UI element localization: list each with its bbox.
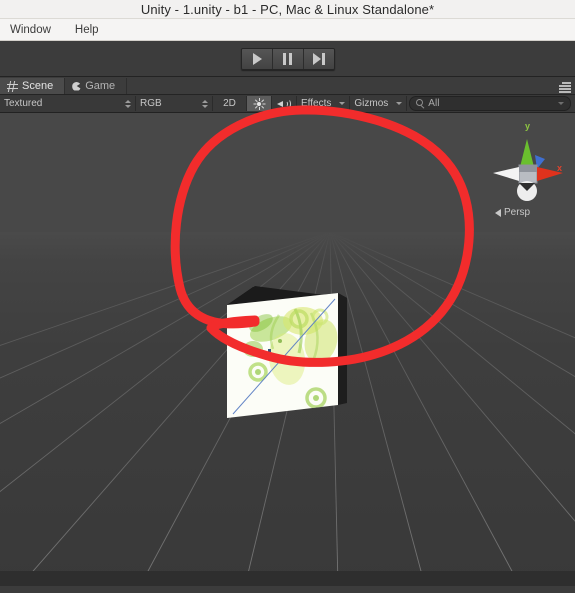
color-mode-dropdown[interactable]: RGB [136,96,213,111]
tab-game[interactable]: Game [65,78,128,94]
color-mode-label: RGB [140,98,162,109]
selection-handle [268,349,271,352]
color-mode-arrows-icon [196,99,208,108]
cube-object[interactable] [225,279,347,419]
scene-lighting-toggle[interactable] [247,96,272,111]
step-icon [312,52,325,65]
gizmos-label: Gizmos [354,98,389,109]
lighting-sun-icon [253,97,265,110]
game-pac-icon [72,81,82,91]
audio-speaker-icon [277,98,291,109]
play-icon [253,52,262,65]
step-button[interactable] [303,48,334,69]
pause-button[interactable] [272,48,304,69]
window-title: Unity - 1.unity - b1 - PC, Mac & Linux S… [140,1,435,17]
play-button[interactable] [241,48,273,69]
menu-item-help[interactable]: Help [71,23,103,37]
tab-scene-label: Scene [22,80,54,92]
scene-hash-icon [7,81,18,92]
panel-options-icon[interactable] [557,81,571,93]
play-toolbar [0,41,575,77]
pause-icon [283,52,292,65]
gizmo-projection-toggle[interactable]: Persp [495,207,530,218]
scene-viewport[interactable]: y x Persp [0,113,575,586]
projection-arrow-icon [495,208,501,217]
draw-mode-label: Textured [4,98,43,109]
scene-orientation-gizmo[interactable]: y x Persp [489,121,567,225]
search-input[interactable]: All [428,98,439,109]
search-clear-icon[interactable] [558,102,564,105]
search-icon [416,99,425,109]
gizmo-axis-y-label: y [525,121,531,131]
toggle-2d-label: 2D [223,98,236,109]
axis-negative-x-cone [493,167,519,181]
viewport-bottom-bar [0,571,575,586]
unity-editor-window: Unity - 1.unity - b1 - PC, Mac & Linux S… [0,0,575,593]
tab-scene[interactable]: Scene [0,78,66,94]
gizmo-projection-label: Persp [504,207,531,218]
scene-view-toolbar: Textured RGB 2D Effects Gizmos All [0,95,575,113]
transport-controls [240,47,335,70]
effects-label: Effects [301,98,332,109]
menu-bar: Window Help [0,19,575,41]
gizmos-dropdown[interactable]: Gizmos [350,96,408,111]
scene-audio-toggle[interactable] [272,96,297,111]
toggle-2d-button[interactable]: 2D [213,96,247,111]
gizmos-chevron-down-icon [396,102,403,105]
draw-mode-arrows-icon [119,99,131,108]
tab-game-label: Game [85,80,116,92]
menu-item-window[interactable]: Window [6,23,55,37]
scene-search-field[interactable]: All [409,96,571,111]
gizmo-axis-x-label: x [557,163,563,173]
effects-chevron-down-icon [339,102,346,105]
effects-dropdown[interactable]: Effects [297,96,351,111]
window-title-bar: Unity - 1.unity - b1 - PC, Mac & Linux S… [0,0,575,19]
panel-tab-strip: Scene Game [0,77,575,95]
draw-mode-dropdown[interactable]: Textured [0,96,136,111]
